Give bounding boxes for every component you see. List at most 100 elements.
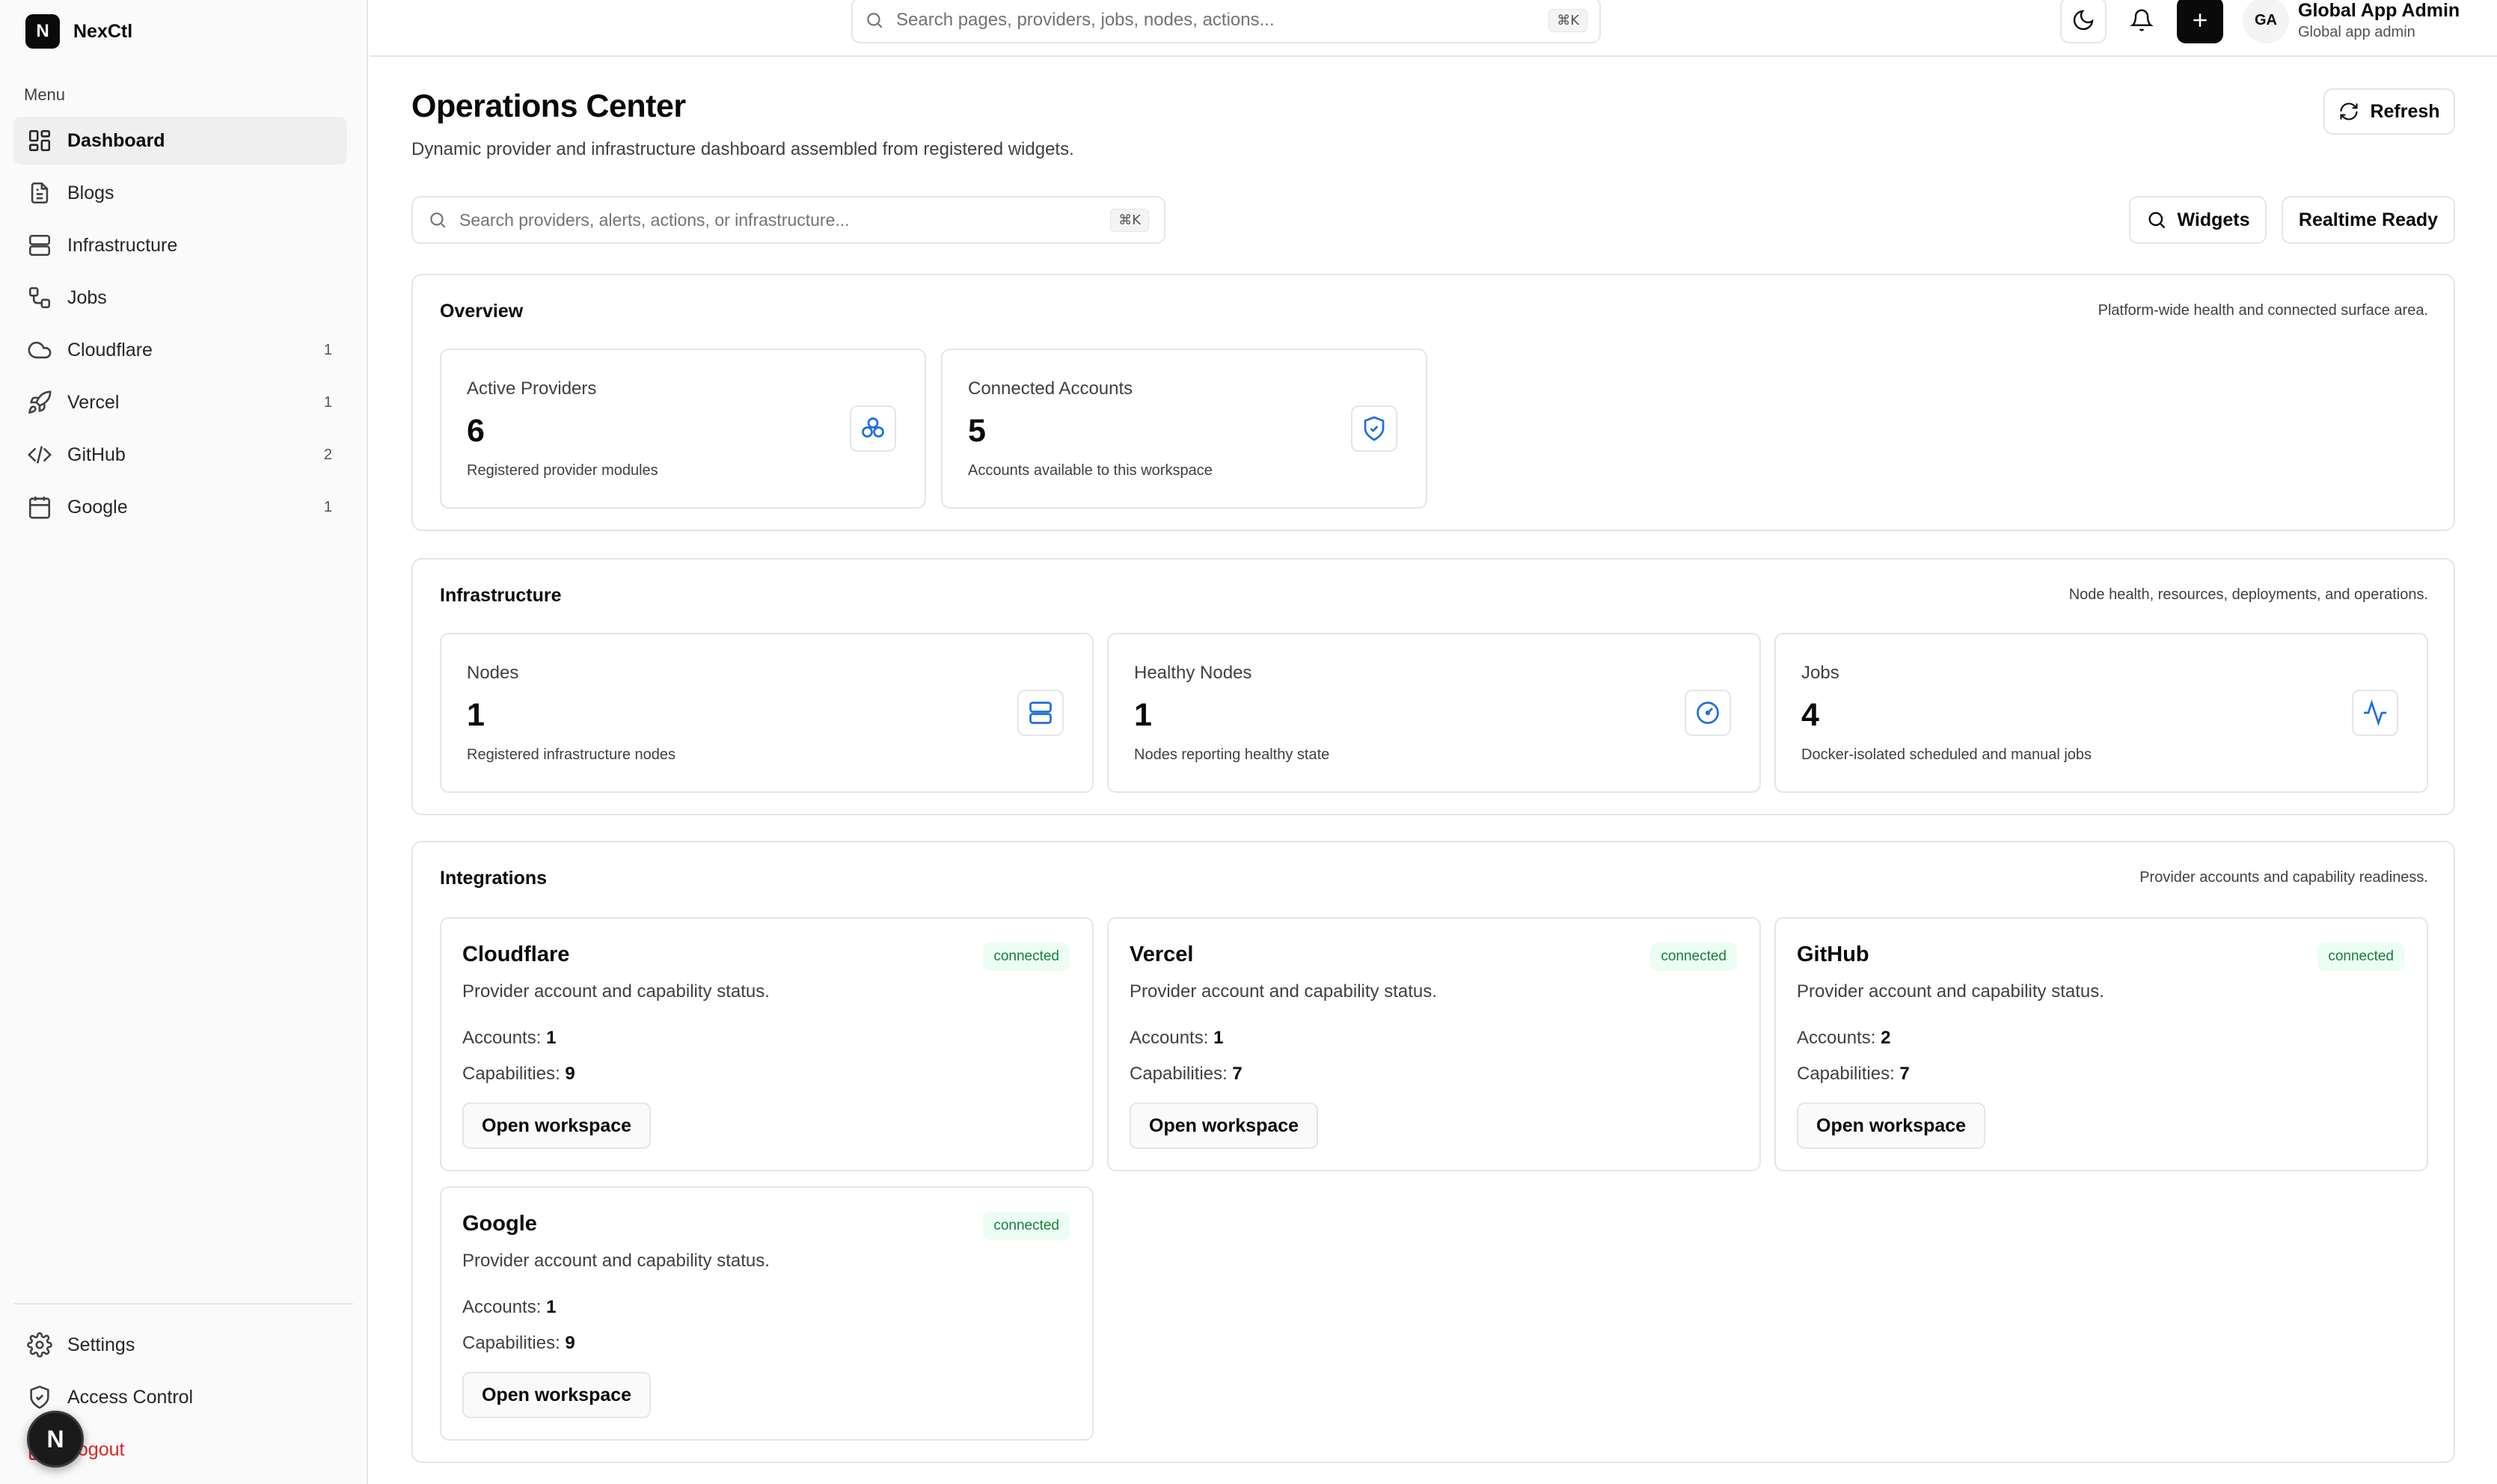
global-search-placeholder: Search pages, providers, jobs, nodes, ac… (896, 10, 1275, 30)
accounts-value: 1 (1213, 1028, 1224, 1048)
sidebar-item-github[interactable]: GitHub 2 (13, 431, 347, 479)
server-icon (28, 234, 51, 257)
shortcut-badge: ⌘K (1548, 8, 1587, 32)
floating-assistant-button[interactable]: N (27, 1411, 84, 1468)
sidebar-item-jobs[interactable]: Jobs (13, 274, 347, 322)
user-name[interactable]: Global App Admin (2298, 0, 2460, 22)
overview-section: Overview Platform-wide health and connec… (411, 274, 2455, 531)
gauge-icon (1697, 702, 1719, 724)
section-title: Overview (440, 301, 524, 322)
accounts-row: Accounts: 1 (1130, 1028, 1223, 1049)
stat-card-active-providers[interactable]: Active Providers 6 Registered provider m… (440, 349, 926, 509)
accounts-label: Accounts: (462, 1028, 542, 1048)
page-title: Operations Center (411, 88, 686, 124)
status-badge: connected (983, 1212, 1070, 1240)
dashboard-icon (28, 129, 51, 152)
capabilities-label: Capabilities: (1797, 1064, 1895, 1084)
stat-subtitle: Accounts available to this workspace (968, 462, 1213, 479)
search-icon (2148, 212, 2165, 229)
sidebar-item-count: 1 (323, 341, 332, 358)
capabilities-label: Capabilities: (462, 1333, 560, 1353)
stat-card-connected-accounts[interactable]: Connected Accounts 5 Accounts available … (941, 349, 1427, 509)
stat-subtitle: Registered infrastructure nodes (467, 746, 676, 763)
sidebar-item-dashboard[interactable]: Dashboard (13, 117, 347, 165)
stat-label: Healthy Nodes (1134, 663, 1252, 683)
user-role: Global app admin (2298, 24, 2415, 40)
sidebar-item-label: Vercel (67, 391, 120, 413)
sidebar-item-label: GitHub (67, 444, 126, 465)
shield-check-icon (1364, 416, 1385, 441)
stat-subtitle: Docker-isolated scheduled and manual job… (1801, 746, 2092, 763)
stat-value: 1 (467, 697, 485, 733)
sidebar-nav: Dashboard Blogs Infrastructure Jobs Clou… (13, 117, 347, 536)
open-workspace-button[interactable]: Open workspace (462, 1372, 652, 1418)
section-title: Infrastructure (440, 585, 562, 606)
stat-card-jobs[interactable]: Jobs 4 Docker-isolated scheduled and man… (1774, 633, 2428, 793)
open-workspace-button[interactable]: Open workspace (462, 1103, 652, 1149)
capabilities-row: Capabilities: 9 (462, 1064, 575, 1085)
accounts-value: 1 (546, 1028, 557, 1048)
stat-value: 5 (968, 413, 986, 449)
brand-logo: N (25, 14, 60, 49)
status-badge: connected (1650, 942, 1737, 971)
refresh-button[interactable]: Refresh (2323, 88, 2455, 135)
dashboard-search-placeholder: Search providers, alerts, actions, or in… (459, 209, 850, 230)
stat-value: 4 (1801, 697, 1819, 733)
moon-icon (2073, 10, 2094, 31)
sidebar-item-label: Settings (67, 1334, 135, 1355)
integrations-section: Integrations Provider accounts and capab… (411, 841, 2455, 1463)
sidebar-item-vercel[interactable]: Vercel 1 (13, 378, 347, 426)
rocket-icon (28, 390, 52, 414)
sidebar-divider (13, 1303, 353, 1304)
search-icon (430, 212, 446, 228)
stat-icon-box (850, 405, 896, 452)
capabilities-value: 9 (565, 1333, 575, 1353)
capabilities-value: 7 (1232, 1064, 1243, 1084)
sidebar-item-count: 1 (323, 498, 332, 515)
capabilities-label: Capabilities: (1130, 1064, 1228, 1084)
sidebar-item-blogs[interactable]: Blogs (13, 169, 347, 217)
page-subtitle: Dynamic provider and infrastructure dash… (411, 139, 1074, 159)
bell-icon (2130, 9, 2154, 31)
server-icon (1029, 702, 1052, 724)
sidebar-item-count: 2 (323, 446, 332, 463)
accounts-row: Accounts: 1 (462, 1297, 556, 1318)
stat-label: Jobs (1801, 663, 1839, 683)
realtime-status-button[interactable]: Realtime Ready (2282, 196, 2455, 244)
dashboard-search-input[interactable]: Search providers, alerts, actions, or in… (411, 196, 1165, 244)
avatar[interactable]: GA (2243, 0, 2289, 43)
create-button[interactable] (2177, 0, 2223, 43)
sidebar: N NexCtl Menu Dashboard Blogs Infrastruc… (0, 0, 368, 1484)
stat-card-healthy-nodes[interactable]: Healthy Nodes 1 Nodes reporting healthy … (1107, 633, 1761, 793)
integration-description: Provider account and capability status. (462, 981, 770, 1002)
global-search-input[interactable]: Search pages, providers, jobs, nodes, ac… (851, 0, 1601, 43)
stat-label: Nodes (467, 663, 519, 683)
cloud-icon (28, 341, 52, 359)
refresh-icon (2340, 102, 2359, 120)
open-workspace-button[interactable]: Open workspace (1130, 1103, 1319, 1149)
sidebar-item-infrastructure[interactable]: Infrastructure (13, 221, 347, 269)
stat-icon-box (2352, 690, 2398, 736)
stat-card-nodes[interactable]: Nodes 1 Registered infrastructure nodes (440, 633, 1094, 793)
integration-name: GitHub (1797, 942, 1869, 966)
integration-card-github: GitHub connected Provider account and ca… (1774, 917, 2428, 1171)
sidebar-item-cloudflare[interactable]: Cloudflare 1 (13, 326, 347, 374)
brand[interactable]: N NexCtl (25, 14, 132, 49)
accounts-row: Accounts: 2 (1797, 1028, 1890, 1049)
widgets-button[interactable]: Widgets (2129, 196, 2267, 244)
sidebar-item-settings[interactable]: Settings (13, 1321, 347, 1369)
open-workspace-button[interactable]: Open workspace (1797, 1103, 1986, 1149)
section-title: Integrations (440, 868, 548, 889)
accounts-label: Accounts: (462, 1297, 542, 1317)
refresh-label: Refresh (2370, 100, 2440, 122)
sidebar-item-label: Jobs (67, 286, 107, 308)
sidebar-item-label: Logout (67, 1438, 125, 1460)
sidebar-item-google[interactable]: Google 1 (13, 483, 347, 531)
notifications-button[interactable] (2118, 0, 2165, 43)
theme-toggle-button[interactable] (2060, 0, 2107, 43)
gear-icon (27, 1332, 52, 1358)
sidebar-item-label: Google (67, 496, 128, 518)
integration-description: Provider account and capability status. (462, 1251, 770, 1271)
document-icon (31, 182, 49, 204)
stat-value: 1 (1134, 697, 1152, 733)
